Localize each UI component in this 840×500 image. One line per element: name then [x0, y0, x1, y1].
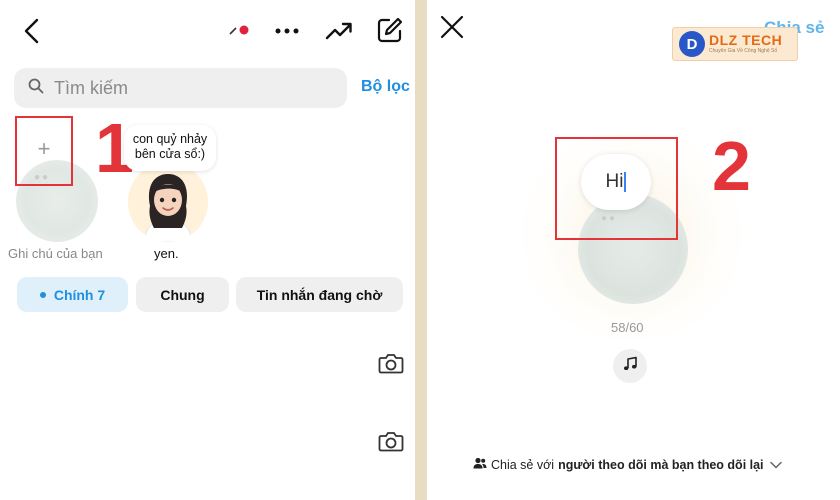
share-with-audience: người theo dõi mà bạn theo dõi lại [558, 457, 764, 472]
tab-primary[interactable]: Chính 7 [17, 277, 128, 312]
my-note-label: Ghi chú của bạn [8, 246, 103, 261]
plus-icon: + [37, 136, 51, 161]
tab-requests-label: Tin nhắn đang chờ [256, 286, 383, 303]
tab-general[interactable]: Chung [136, 277, 229, 312]
friend-avatar[interactable] [128, 162, 208, 242]
new-note-screen: Chia sẻ D DLZ TECH Chuyên Gia Về Công Ng… [427, 0, 840, 500]
highlight-frame [555, 137, 678, 240]
friend-note-bubble[interactable]: con quỷ nhảy bên cửa sổ:) [124, 125, 216, 171]
logo-mark: D [679, 31, 705, 57]
camera-icon[interactable] [378, 430, 404, 452]
compose-icon[interactable] [374, 14, 406, 46]
filter-button[interactable]: Bộ lọc [361, 78, 410, 96]
friend-note-line1: con quỷ nhảy [132, 132, 208, 146]
tab-primary-label: Chính 7 [53, 286, 106, 303]
audience-selector[interactable]: Chia sẻ với người theo dõi mà bạn theo d… [473, 457, 782, 472]
camera-icon[interactable] [378, 352, 404, 374]
add-music-button[interactable] [613, 349, 647, 383]
search-bar[interactable] [14, 68, 347, 108]
friend-note-line2: bên cửa sổ:) [134, 147, 206, 161]
share-with-prefix: Chia sẻ với [491, 457, 555, 472]
more-options-icon[interactable] [272, 18, 302, 44]
search-input[interactable] [54, 77, 314, 99]
add-note-button[interactable]: + [15, 116, 73, 186]
chevron-down-icon [769, 458, 782, 472]
unread-dot-icon [39, 291, 46, 298]
tab-general-label: Chung [160, 286, 205, 303]
back-icon[interactable] [18, 16, 44, 46]
panel-divider [415, 0, 427, 500]
music-note-icon [622, 356, 638, 377]
logo-name: DLZ TECH [709, 32, 783, 48]
trending-icon[interactable] [324, 16, 354, 46]
watermark-logo: D DLZ TECH Chuyên Gia Về Công Nghệ Số [672, 27, 798, 61]
logo-tagline: Chuyên Gia Về Công Nghệ Số [709, 48, 778, 54]
tab-requests[interactable]: Tin nhắn đang chờ [236, 277, 403, 312]
friend-name: yen. [154, 246, 179, 261]
people-icon [473, 457, 487, 472]
annotation-number-2: 2 [712, 127, 751, 205]
status-indicator-icon [228, 22, 252, 38]
search-icon [28, 78, 44, 99]
character-counter: 58/60 [611, 320, 644, 335]
inbox-screen: Bộ lọc ●● + 1 Ghi chú của bạn con quỷ nh… [0, 0, 415, 500]
close-icon[interactable] [439, 14, 465, 40]
